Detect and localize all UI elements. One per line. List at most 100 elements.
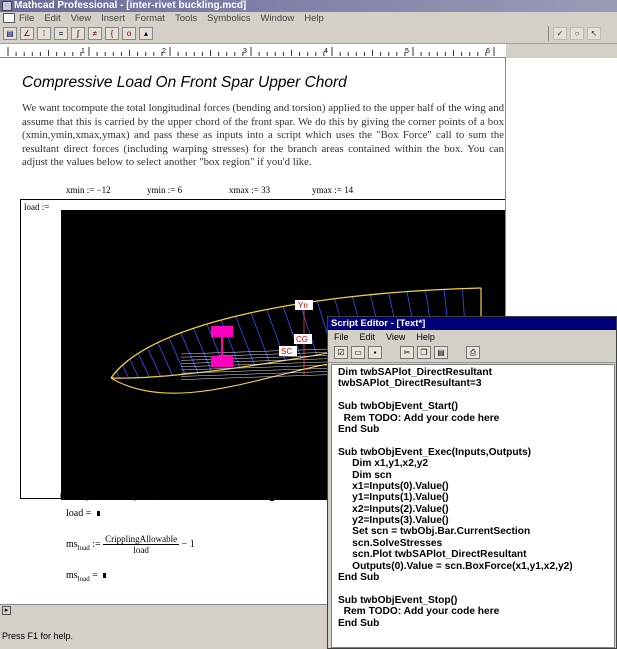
code-line: Dim x1,y1,x2,y2 — [338, 458, 429, 470]
checkmark-icon[interactable]: ☑ — [334, 346, 348, 359]
calculus-toolbar-icon[interactable]: ∫ — [71, 27, 85, 40]
copy-icon[interactable]: ❐ — [417, 346, 431, 359]
code-line: End Sub — [338, 617, 380, 629]
math-toolbar: ▤ ∠ ⁞ = ∫ ≠ { α ▴ ✓ ○ ↖ — [0, 24, 617, 44]
cut-icon[interactable]: ✂ — [400, 346, 414, 359]
menu-insert[interactable]: Insert — [101, 13, 125, 24]
print-icon[interactable]: ⎙ — [466, 346, 480, 359]
document-icon[interactable] — [3, 13, 15, 23]
open-folder-icon[interactable]: ▭ — [351, 346, 365, 359]
menu-bar: File Edit View Insert Format Tools Symbo… — [0, 12, 617, 24]
menu-symbolics[interactable]: Symbolics — [207, 13, 250, 24]
intro-paragraph[interactable]: We want tocompute the total longitudinal… — [22, 102, 504, 170]
boolean-toolbar-icon[interactable]: ≠ — [88, 27, 102, 40]
sc-label: SC — [281, 347, 292, 356]
matrix-toolbar-icon[interactable]: ⁞ — [37, 27, 51, 40]
ruler-ticks: 1 2 3 4 5 6 — [7, 47, 495, 56]
ms-numerator: CripplingAllowable — [103, 534, 180, 545]
script-editor-menu: File Edit View Help — [328, 330, 616, 343]
ymin-definition[interactable]: ymin := 6 — [147, 185, 182, 195]
circle-icon[interactable]: ○ — [570, 27, 584, 40]
menu-edit[interactable]: Edit — [44, 13, 60, 24]
check-icon[interactable]: ✓ — [553, 27, 567, 40]
script-code-area[interactable]: Dim twbSAPlot_DirectResultant twbSAPlot_D… — [331, 364, 615, 648]
plot-arguments: (xmin ymin xmax ymax) — [60, 490, 160, 501]
toolbar-separator — [548, 26, 549, 41]
code-line: Sub twbObjEvent_Exec(Inputs,Outputs) — [338, 446, 532, 458]
code-line: Sub twbObjEvent_Start() — [338, 401, 458, 413]
code-line: y2=Inputs(3).Value() — [338, 515, 449, 527]
ymax-definition[interactable]: ymax := 14 — [312, 185, 353, 195]
se-menu-file[interactable]: File — [334, 332, 349, 342]
code-line: Sub twbObjEvent_Stop() — [338, 594, 458, 606]
margin-of-safety-evaluation[interactable]: msload = — [66, 570, 107, 583]
menu-window[interactable]: Window — [260, 13, 294, 24]
menu-help[interactable]: Help — [304, 13, 324, 24]
lower-spar-cap-marker — [211, 356, 233, 367]
code-line: Dim scn — [338, 469, 392, 481]
ruler[interactable]: 1 2 3 4 5 6 — [0, 44, 506, 58]
symbolic-toolbar-icon[interactable]: ▴ — [139, 27, 153, 40]
ms-lhs: ms — [66, 538, 78, 550]
ms-placeholder[interactable] — [103, 573, 107, 579]
script-editor-title[interactable]: Script Editor - [Text*] — [328, 317, 616, 330]
xmin-definition[interactable]: xmin := −12 — [66, 185, 111, 195]
status-text: Press F1 for help. — [2, 631, 74, 641]
programming-toolbar-icon[interactable]: { — [105, 27, 119, 40]
script-editor-toolbar: ☑ ▭ ▪ ✂ ❐ ▤ ⎙ — [328, 343, 616, 363]
menu-view[interactable]: View — [71, 13, 91, 24]
upper-spar-cap-marker — [211, 326, 233, 337]
status-bar: Press F1 for help. — [0, 628, 330, 649]
ruler-number: 4 — [324, 48, 328, 55]
menu-format[interactable]: Format — [135, 13, 165, 24]
code-line: twbSAPlot_DirectResultant=3 — [338, 378, 482, 390]
plot-definition-label: load := — [24, 202, 50, 212]
menu-tools[interactable]: Tools — [175, 13, 197, 24]
ruler-number: 3 — [243, 48, 247, 55]
code-line: Outputs(0).Value = scn.BoxForce(x1,y1,x2… — [338, 560, 573, 572]
cg-label: CG — [296, 335, 308, 344]
code-line: y1=Inputs(1).Value() — [338, 492, 449, 504]
load-evaluation[interactable]: load = — [66, 508, 100, 519]
region-resize-handle[interactable] — [270, 497, 274, 501]
paste-icon[interactable]: ▤ — [434, 346, 448, 359]
se-menu-view[interactable]: View — [386, 332, 405, 342]
code-line: End Sub — [338, 572, 380, 584]
window-title: Mathcad Professional - [inter-rivet buck… — [14, 0, 247, 11]
se-menu-help[interactable]: Help — [416, 332, 435, 342]
evaluation-toolbar-icon[interactable]: = — [54, 27, 68, 40]
ruler-right-blank — [506, 44, 617, 58]
calculator-toolbar-icon[interactable]: ▤ — [3, 27, 17, 40]
worksheet-heading: Compressive Load On Front Spar Upper Cho… — [22, 74, 347, 91]
se-menu-edit[interactable]: Edit — [360, 332, 376, 342]
save-icon[interactable]: ▪ — [368, 346, 382, 359]
code-line: scn.SolveStresses — [338, 537, 443, 549]
code-line: End Sub — [338, 423, 380, 435]
menu-file[interactable]: File — [19, 13, 34, 24]
xmax-definition[interactable]: xmax := 33 — [229, 185, 270, 195]
ms-eval-subscript: load — [77, 575, 90, 583]
horizontal-scrollbar[interactable]: ▸ — [0, 604, 330, 615]
greek-toolbar-icon[interactable]: α — [122, 27, 136, 40]
mathcad-app-icon[interactable] — [2, 1, 12, 11]
ruler-number: 2 — [162, 48, 166, 55]
ruler-number: 5 — [405, 48, 409, 55]
ms-subscript: load — [77, 543, 90, 552]
code-line: scn.Plot twbSAPlot_DirectResultant — [338, 549, 527, 561]
code-line: Dim twbSAPlot_DirectResultant — [338, 367, 492, 378]
ruler-number: 1 — [81, 48, 85, 55]
load-placeholder[interactable] — [96, 511, 100, 517]
title-bar[interactable]: Mathcad Professional - [inter-rivet buck… — [0, 0, 617, 12]
scroll-left-icon[interactable]: ▸ — [2, 606, 11, 615]
load-eval-text: load = — [66, 508, 94, 519]
code-line: Rem TODO: Add your code here — [338, 606, 500, 618]
cursor-icon[interactable]: ↖ — [587, 27, 601, 40]
margin-of-safety-definition[interactable]: msload := CripplingAllowable load − 1 — [66, 534, 195, 555]
ms-eval-lhs: ms — [66, 570, 78, 581]
mathcad-window: Mathcad Professional - [inter-rivet buck… — [0, 0, 617, 649]
script-editor-window[interactable]: Script Editor - [Text*] File Edit View H… — [327, 316, 617, 649]
code-line: Set scn = twbObj.Bar.CurrentSection — [338, 526, 531, 538]
graph-toolbar-icon[interactable]: ∠ — [20, 27, 34, 40]
